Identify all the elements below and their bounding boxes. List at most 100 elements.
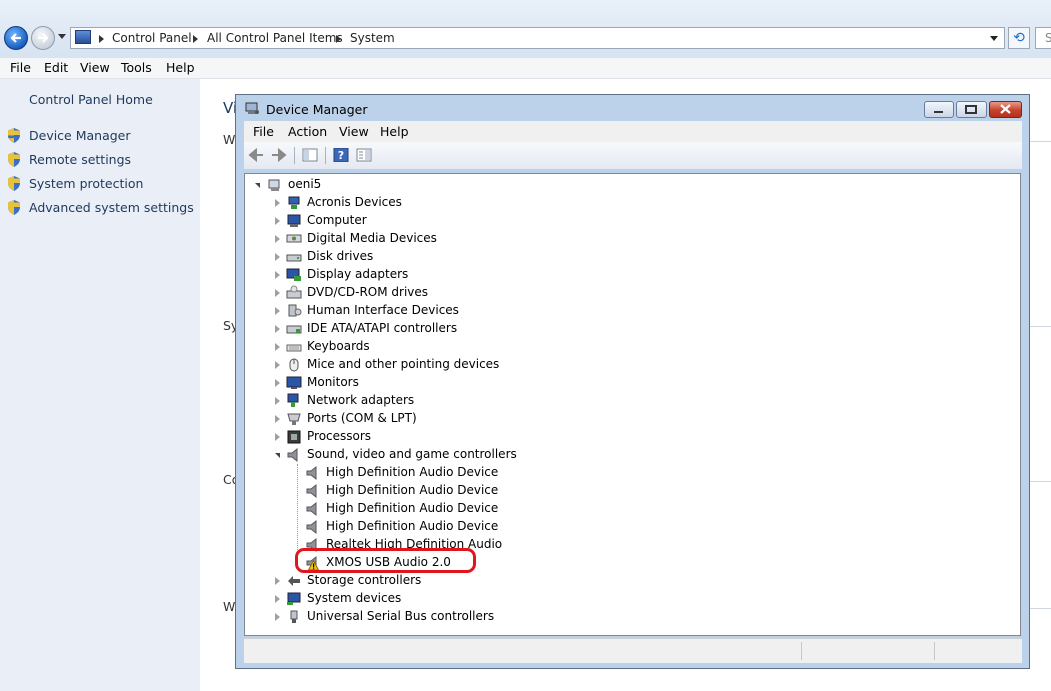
tree-device[interactable]: High Definition Audio Device bbox=[245, 518, 1005, 536]
tree-category[interactable]: Display adapters bbox=[245, 266, 1005, 284]
expand-icon[interactable] bbox=[275, 397, 280, 405]
expand-icon[interactable] bbox=[275, 253, 280, 261]
device-label: Human Interface Devices bbox=[307, 303, 459, 317]
control-panel-home-link[interactable]: Control Panel Home bbox=[29, 92, 153, 107]
device-tree: oeni5 Acronis Devices Computer Digital Medi… bbox=[244, 173, 1021, 636]
expand-icon[interactable] bbox=[275, 307, 280, 315]
menu-edit[interactable]: Edit bbox=[44, 60, 68, 75]
divider bbox=[1030, 608, 1051, 609]
properties-icon[interactable] bbox=[356, 148, 372, 162]
tree-category[interactable]: Keyboards bbox=[245, 338, 1005, 356]
close-button[interactable] bbox=[989, 101, 1022, 118]
tree-category[interactable]: Acronis Devices bbox=[245, 194, 1005, 212]
expand-icon[interactable] bbox=[275, 433, 280, 441]
forward-button[interactable] bbox=[31, 26, 55, 50]
forward-icon[interactable] bbox=[271, 148, 287, 162]
device-label: Disk drives bbox=[307, 249, 374, 263]
expand-icon[interactable] bbox=[275, 199, 280, 207]
show-hide-tree-icon[interactable] bbox=[302, 148, 318, 162]
expand-icon[interactable] bbox=[275, 343, 280, 351]
tree-device[interactable]: High Definition Audio Device bbox=[245, 482, 1005, 500]
tree-category[interactable]: Digital Media Devices bbox=[245, 230, 1005, 248]
breadcrumb-all-items[interactable]: All Control Panel Items bbox=[207, 31, 343, 45]
device-label: Digital Media Devices bbox=[307, 231, 437, 245]
tree-category[interactable]: Network adapters bbox=[245, 392, 1005, 410]
device-manager-link[interactable]: Device Manager bbox=[29, 128, 131, 143]
menu-view[interactable]: View bbox=[339, 124, 369, 139]
shield-icon bbox=[8, 176, 20, 191]
dvd-icon bbox=[286, 285, 302, 299]
status-separator bbox=[801, 642, 802, 660]
expand-icon[interactable] bbox=[275, 235, 280, 243]
breadcrumb-control-panel[interactable]: Control Panel bbox=[112, 31, 192, 45]
breadcrumb-system[interactable]: System bbox=[350, 31, 395, 45]
tree-category[interactable]: Mice and other pointing devices bbox=[245, 356, 1005, 374]
device-label: Monitors bbox=[307, 375, 359, 389]
tree-root[interactable]: oeni5 bbox=[245, 176, 1005, 194]
port-icon bbox=[287, 413, 301, 425]
minimize-button[interactable] bbox=[924, 101, 954, 118]
expand-icon[interactable] bbox=[275, 271, 280, 279]
restore-icon bbox=[965, 105, 977, 114]
address-dropdown-icon[interactable] bbox=[990, 36, 998, 41]
device-label: Display adapters bbox=[307, 267, 409, 281]
tree-category[interactable]: Storage controllers bbox=[245, 572, 1005, 590]
menu-action[interactable]: Action bbox=[288, 124, 327, 139]
expand-icon[interactable] bbox=[275, 325, 280, 333]
expand-icon[interactable] bbox=[275, 217, 280, 225]
tree-category[interactable]: Computer bbox=[245, 212, 1005, 230]
menu-file[interactable]: File bbox=[10, 60, 31, 75]
tree-category[interactable]: Human Interface Devices bbox=[245, 302, 1005, 320]
advanced-system-settings-link[interactable]: Advanced system settings bbox=[29, 200, 194, 215]
tree-category[interactable]: Monitors bbox=[245, 374, 1005, 392]
tree-category[interactable]: Universal Serial Bus controllers bbox=[245, 608, 1005, 626]
help-icon[interactable]: ? bbox=[333, 148, 349, 162]
expand-icon[interactable] bbox=[275, 595, 280, 603]
tree-category[interactable]: System devices bbox=[245, 590, 1005, 608]
tree-category[interactable]: Disk drives bbox=[245, 248, 1005, 266]
expand-icon[interactable] bbox=[275, 415, 280, 423]
ide-icon bbox=[286, 325, 302, 334]
recent-pages-dropdown[interactable] bbox=[58, 34, 66, 39]
menu-view[interactable]: View bbox=[80, 60, 110, 75]
tree-device[interactable]: High Definition Audio Device bbox=[245, 500, 1005, 518]
address-field[interactable]: Control Panel All Control Panel Items Sy… bbox=[70, 27, 1005, 49]
menu-file[interactable]: File bbox=[253, 124, 274, 139]
display-icon bbox=[286, 268, 301, 281]
speaker-icon bbox=[306, 501, 317, 517]
breadcrumb-arrow-icon[interactable] bbox=[99, 35, 104, 43]
tree-device[interactable]: High Definition Audio Device bbox=[245, 464, 1005, 482]
speaker-icon bbox=[287, 447, 298, 463]
hid-icon bbox=[288, 304, 302, 317]
expand-open-icon[interactable] bbox=[275, 453, 280, 458]
remote-settings-link[interactable]: Remote settings bbox=[29, 152, 131, 167]
back-button[interactable] bbox=[4, 26, 28, 50]
menu-help[interactable]: Help bbox=[380, 124, 409, 139]
divider bbox=[1030, 141, 1051, 142]
expand-icon[interactable] bbox=[275, 379, 280, 387]
speaker-icon bbox=[306, 465, 317, 481]
maximize-button[interactable] bbox=[956, 101, 987, 118]
menu-tools[interactable]: Tools bbox=[121, 60, 152, 75]
breadcrumb-arrow-icon[interactable] bbox=[193, 35, 198, 43]
back-icon[interactable] bbox=[248, 148, 264, 162]
system-protection-link[interactable]: System protection bbox=[29, 176, 143, 191]
tree-category[interactable]: Ports (COM & LPT) bbox=[245, 410, 1005, 428]
search-input[interactable]: S bbox=[1035, 27, 1051, 49]
tree-category[interactable]: IDE ATA/ATAPI controllers bbox=[245, 320, 1005, 338]
menu-help[interactable]: Help bbox=[166, 60, 195, 75]
processor-icon bbox=[287, 430, 301, 444]
expand-icon[interactable] bbox=[275, 361, 280, 369]
refresh-button[interactable]: ⟲ bbox=[1008, 27, 1030, 49]
status-separator bbox=[934, 642, 935, 660]
mouse-icon bbox=[289, 358, 299, 372]
tree-category[interactable]: Sound, video and game controllers bbox=[245, 446, 1005, 464]
device-label: Computer bbox=[307, 213, 367, 227]
expand-open-icon[interactable] bbox=[255, 183, 260, 188]
breadcrumb-arrow-icon[interactable] bbox=[336, 35, 341, 43]
expand-icon[interactable] bbox=[275, 289, 280, 297]
tree-category[interactable]: DVD/CD-ROM drives bbox=[245, 284, 1005, 302]
tree-category[interactable]: Processors bbox=[245, 428, 1005, 446]
expand-icon[interactable] bbox=[275, 577, 280, 585]
expand-icon[interactable] bbox=[275, 613, 280, 621]
